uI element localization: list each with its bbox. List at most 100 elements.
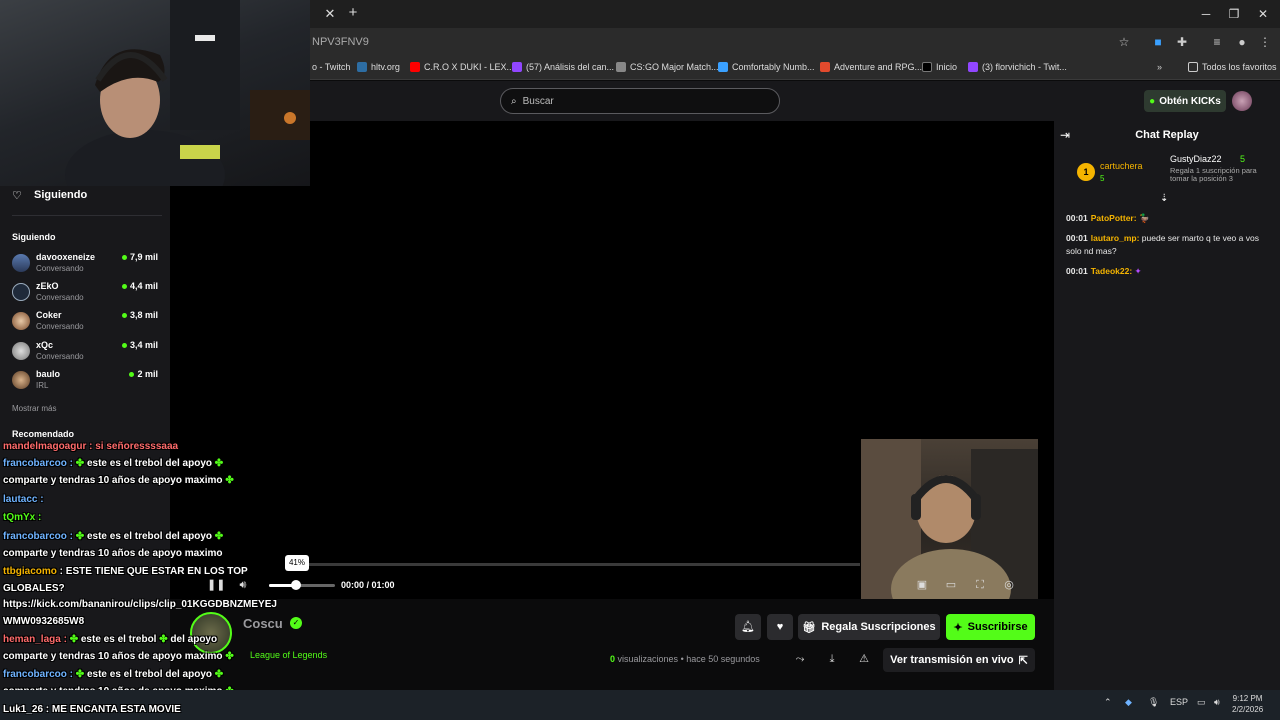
restore-icon[interactable]: ❐: [1226, 6, 1242, 22]
mic-icon[interactable]: 🎙︎: [1148, 697, 1159, 708]
clover-icon: ✤: [225, 475, 234, 486]
steam-icon[interactable]: ◆: [1125, 697, 1132, 708]
bookmark-item[interactable]: (3) florvichich - Twit...: [968, 60, 1067, 74]
bookmark-item[interactable]: CS:GO Major Match...: [616, 60, 719, 74]
expand-icon[interactable]: ⇣: [1160, 193, 1168, 204]
show-more-link[interactable]: Mostrar más: [12, 404, 56, 413]
overlay-text: comparte y tendras 10 años de apoyo maxi…: [3, 548, 223, 559]
follow-button[interactable]: ♥: [767, 614, 793, 640]
channel-name[interactable]: Coscu: [243, 616, 283, 631]
language-indicator[interactable]: ESP: [1170, 697, 1188, 707]
chat-username[interactable]: PatoPotter:: [1091, 213, 1137, 223]
bookmark-item[interactable]: Inicio: [922, 60, 957, 74]
clover-icon: ✤: [75, 531, 85, 542]
profile-icon[interactable]: ●: [1235, 35, 1249, 49]
rank-badge: 1: [1077, 163, 1095, 181]
sidebar-item-baulo[interactable]: baulo IRL 2 mil: [12, 369, 162, 395]
system-clock[interactable]: 9:12 PM 2/2/2026: [1232, 693, 1263, 715]
chat-username[interactable]: lautaro_mp:: [1091, 233, 1140, 243]
network-icon[interactable]: ▭: [1197, 697, 1206, 708]
sidebar-item-zeko[interactable]: zEkO Conversando 4,4 mil: [12, 281, 162, 307]
notification-bell-button[interactable]: 🔔︎: [735, 614, 761, 640]
watch-live-label: Ver transmisión en vivo: [890, 654, 1014, 666]
report-icon[interactable]: ⚠: [857, 652, 871, 666]
overlay-chat-line: tQmYx :: [3, 512, 41, 523]
new-tab-icon[interactable]: +: [345, 5, 361, 21]
star-icon[interactable]: ☆: [1117, 35, 1131, 49]
x-icon: [922, 62, 932, 72]
category-link[interactable]: League of Legends: [250, 650, 327, 660]
overlay-text: este es el trebol del apoyo: [84, 531, 215, 542]
volume-tooltip: 41%: [285, 555, 309, 571]
user-avatar[interactable]: [1232, 91, 1252, 111]
external-link-icon: ⇱: [1018, 654, 1028, 667]
tray-chevron-icon[interactable]: ⌃: [1104, 697, 1112, 708]
share-icon[interactable]: ⤳: [793, 652, 807, 666]
miniplayer-icon[interactable]: ▣: [915, 578, 929, 592]
volume-handle[interactable]: [291, 580, 301, 590]
bookmark-item[interactable]: (57) Análisis del can...: [512, 60, 614, 74]
overlay-text: comparte y tendras 10 años de apoyo maxi…: [3, 475, 226, 486]
progress-bar[interactable]: [300, 563, 860, 566]
watch-live-button[interactable]: Ver transmisión en vivo ⇱: [883, 648, 1035, 672]
extension-icon[interactable]: ■: [1151, 35, 1165, 49]
window-close-icon[interactable]: ✕: [1255, 6, 1271, 22]
overlay-username: francobarcoo :: [3, 458, 74, 469]
bookmark-item[interactable]: Comfortably Numb...: [718, 60, 815, 74]
tab-close-icon[interactable]: ✕: [322, 6, 338, 22]
live-dot-icon: [121, 343, 127, 349]
chat-time: 00:01: [1066, 266, 1088, 276]
speed-icon[interactable]: ◎: [1002, 578, 1016, 592]
chat-time: 00:01: [1066, 233, 1088, 243]
speaker-icon[interactable]: 🔊︎: [1214, 697, 1220, 708]
gifter-name[interactable]: GustyDiaz22: [1170, 154, 1222, 164]
overlay-username: ttbgiacomo: [3, 566, 60, 577]
taskbar: [0, 690, 1280, 720]
favicon-icon: [616, 62, 626, 72]
overlay-chat-line: https://kick.com/bananirou/clips/clip_01…: [3, 599, 277, 610]
all-bookmarks-button[interactable]: Todos los favoritos: [1188, 60, 1277, 74]
fullscreen-icon[interactable]: ⛶: [973, 578, 987, 592]
twitch-icon: [512, 62, 522, 72]
viewer-count-label: 3,8 mil: [129, 310, 158, 320]
sidebar-item-xqc[interactable]: xQc Conversando 3,4 mil: [12, 340, 162, 366]
bookmark-label: o - Twitch: [312, 62, 351, 72]
url-field[interactable]: NPV3FNV9: [312, 36, 369, 48]
obtain-kicks-button[interactable]: ● Obtén KICKs: [1144, 90, 1226, 112]
bookmark-item[interactable]: hltv.org: [357, 60, 400, 74]
download-icon[interactable]: ⤓: [825, 652, 839, 666]
live-dot-icon: [129, 372, 135, 378]
volume-icon[interactable]: 🔊︎: [236, 578, 250, 592]
clover-icon: ✤: [75, 669, 85, 680]
bookmark-label: Adventure and RPG...: [834, 62, 923, 72]
avatar: [12, 254, 30, 272]
overlay-chat-line: comparte y tendras 10 años de apoyo maxi…: [3, 651, 234, 662]
channel-avatar[interactable]: [190, 612, 232, 654]
divider: [12, 215, 162, 216]
bookmark-item[interactable]: o - Twitch: [312, 60, 350, 74]
sidebar-item-coker[interactable]: Coker Conversando 3,8 mil: [12, 310, 162, 336]
bookmark-label: (57) Análisis del can...: [526, 62, 615, 72]
subscribe-button[interactable]: ✦ Suscribirse: [946, 614, 1035, 640]
menu-icon[interactable]: ⋮: [1258, 35, 1272, 49]
gift-subs-button[interactable]: 🎁︎ Regala Suscripciones: [798, 614, 940, 640]
overlay-chat-line: GLOBALES?: [3, 583, 65, 594]
overlay-username: tQmYx :: [3, 512, 42, 523]
bookmark-item[interactable]: C.R.O X DUKI - LEX...: [410, 60, 514, 74]
top-gifter-name[interactable]: cartuchera: [1100, 161, 1143, 171]
sidebar-item-davooxeneize[interactable]: davooxeneize Conversando 7,9 mil: [12, 252, 162, 278]
following-title[interactable]: Siguiendo: [34, 189, 87, 201]
media-icon[interactable]: ≡: [1210, 35, 1224, 49]
chat-username[interactable]: Tadeok22:: [1091, 266, 1132, 276]
search-input[interactable]: ⌕ Buscar: [500, 88, 780, 114]
minimize-icon[interactable]: ─: [1198, 6, 1214, 22]
chat-title: Chat Replay: [1135, 129, 1199, 141]
bookmarks-overflow-icon[interactable]: »: [1157, 60, 1162, 74]
pause-icon[interactable]: ❚❚: [207, 578, 225, 592]
overlay-text: ME ENCANTA ESTA MOVIE: [49, 704, 181, 715]
theater-icon[interactable]: ▭: [944, 578, 958, 592]
puzzle-icon[interactable]: ✚: [1175, 35, 1189, 49]
recommended-title: Recomendado: [12, 429, 75, 439]
bookmark-item[interactable]: Adventure and RPG...: [820, 60, 922, 74]
streamer-category: Conversando: [36, 352, 84, 361]
